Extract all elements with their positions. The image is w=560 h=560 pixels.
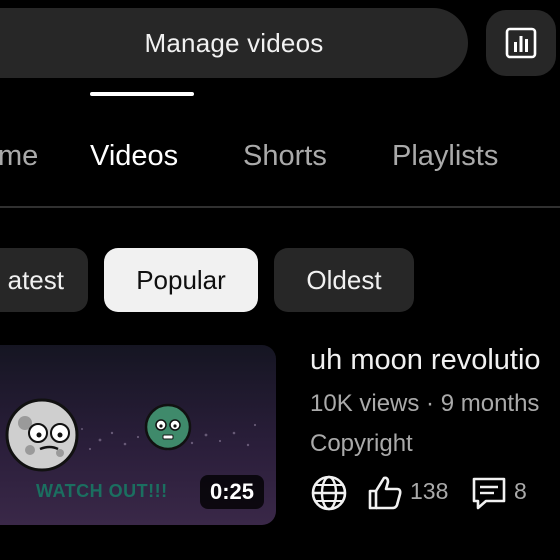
comment-icon (472, 477, 506, 510)
tabs-divider (0, 206, 560, 208)
comments-count: 8 (514, 478, 527, 504)
chip-oldest[interactable]: Oldest (274, 248, 414, 312)
likes-count: 138 (410, 478, 449, 504)
video-title[interactable]: uh moon revolutio (310, 344, 541, 377)
chip-popular-label: Popular (136, 264, 226, 295)
video-thumbnail[interactable]: WATCH OUT!!! 0:25 (0, 345, 276, 525)
bar-chart-icon (505, 27, 537, 59)
analytics-button[interactable] (486, 10, 556, 76)
chip-latest-label: atest (7, 264, 64, 295)
chip-popular[interactable]: Popular (104, 248, 258, 312)
manage-videos-button[interactable]: Manage videos (0, 8, 468, 78)
channel-videos-screen: Manage videos me Videos Shorts Playlists… (0, 0, 560, 560)
tab-shorts[interactable]: Shorts (243, 140, 327, 173)
chip-latest[interactable]: atest (0, 248, 88, 312)
manage-videos-label: Manage videos (144, 27, 324, 58)
copyright-status: Copyright (310, 430, 413, 457)
active-tab-indicator (90, 92, 194, 96)
video-stats: 138 8 (310, 472, 560, 512)
globe-icon (311, 475, 347, 511)
tab-videos[interactable]: Videos (90, 140, 178, 173)
tab-home[interactable]: me (0, 140, 38, 173)
video-meta: 10K views · 9 months (310, 390, 540, 417)
thumbnail-caption: WATCH OUT!!! (36, 481, 168, 501)
tab-playlists[interactable]: Playlists (392, 140, 498, 173)
chip-oldest-label: Oldest (306, 264, 382, 295)
channel-tabs: me Videos Shorts Playlists (0, 112, 560, 208)
video-duration: 0:25 (199, 475, 264, 509)
thumbs-up-icon (368, 476, 402, 510)
